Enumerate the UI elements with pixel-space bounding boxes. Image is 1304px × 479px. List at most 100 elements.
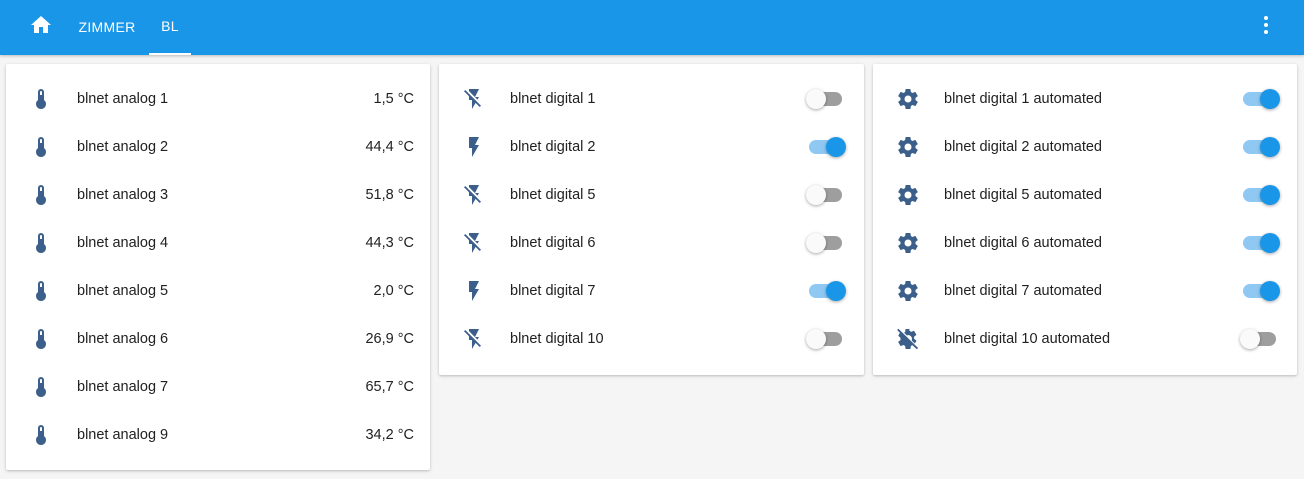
tab-zimmer[interactable]: ZIMMER xyxy=(72,0,142,55)
sensor-name: blnet analog 6 xyxy=(77,331,169,347)
toggle-thumb xyxy=(1260,233,1280,253)
thermometer-icon xyxy=(29,375,53,399)
toggle-switch[interactable] xyxy=(806,89,846,109)
toggle-thumb xyxy=(806,185,826,205)
toggle-thumb xyxy=(1260,137,1280,157)
sensor-name: blnet analog 9 xyxy=(77,427,169,443)
switch-row: blnet digital 7 xyxy=(439,267,864,315)
switch-name: blnet digital 1 automated xyxy=(944,91,1102,107)
gear-off-icon xyxy=(896,327,920,351)
toggle-thumb xyxy=(1260,185,1280,205)
switch-name: blnet digital 2 automated xyxy=(944,139,1102,155)
gear-icon xyxy=(896,279,920,303)
sensor-name: blnet analog 2 xyxy=(77,139,169,155)
sensor-name: blnet analog 7 xyxy=(77,379,169,395)
top-app-bar: ZIMMER BL xyxy=(0,0,1304,55)
sensor-row[interactable]: blnet analog 3 51,8 °C xyxy=(6,171,430,219)
toggle-switch[interactable] xyxy=(806,185,846,205)
flash-off-icon xyxy=(462,327,486,351)
sensor-name: blnet analog 1 xyxy=(77,91,169,107)
thermometer-icon xyxy=(29,87,53,111)
switch-name: blnet digital 7 xyxy=(510,283,596,299)
switch-row: blnet digital 2 xyxy=(439,123,864,171)
switch-row: blnet digital 10 automated xyxy=(873,315,1297,363)
switch-row: blnet digital 1 xyxy=(439,75,864,123)
sensor-row[interactable]: blnet analog 5 2,0 °C xyxy=(6,267,430,315)
thermometer-icon xyxy=(29,135,53,159)
toggle-thumb xyxy=(1240,329,1260,349)
sensor-row[interactable]: blnet analog 9 34,2 °C xyxy=(6,411,430,459)
tab-bl[interactable]: BL xyxy=(149,0,191,55)
digital-switches-card: blnet digital 1 blnet digital 2 blnet digi… xyxy=(439,64,864,375)
sensor-row[interactable]: blnet analog 4 44,3 °C xyxy=(6,219,430,267)
toggle-switch[interactable] xyxy=(1240,233,1280,253)
gear-icon xyxy=(896,231,920,255)
switch-name: blnet digital 6 xyxy=(510,235,596,251)
toggle-thumb xyxy=(1260,281,1280,301)
toggle-switch[interactable] xyxy=(806,233,846,253)
overflow-menu-button[interactable] xyxy=(1252,13,1280,41)
gear-icon xyxy=(896,87,920,111)
switch-name: blnet digital 5 xyxy=(510,187,596,203)
thermometer-icon xyxy=(29,327,53,351)
toggle-switch[interactable] xyxy=(806,329,846,349)
switch-name: blnet digital 2 xyxy=(510,139,596,155)
automated-switches-card: blnet digital 1 automated blnet digital 2… xyxy=(873,64,1297,375)
sensor-row[interactable]: blnet analog 7 65,7 °C xyxy=(6,363,430,411)
home-button[interactable] xyxy=(27,13,55,41)
sensor-row[interactable]: blnet analog 2 44,4 °C xyxy=(6,123,430,171)
flash-icon xyxy=(462,135,486,159)
sensor-value: 65,7 °C xyxy=(365,379,414,395)
sensor-value: 44,3 °C xyxy=(365,235,414,251)
toggle-thumb xyxy=(826,137,846,157)
toggle-switch[interactable] xyxy=(1240,89,1280,109)
switch-name: blnet digital 6 automated xyxy=(944,235,1102,251)
sensor-value: 26,9 °C xyxy=(365,331,414,347)
switch-name: blnet digital 10 automated xyxy=(944,331,1111,347)
toggle-switch[interactable] xyxy=(806,281,846,301)
switch-row: blnet digital 1 automated xyxy=(873,75,1297,123)
toggle-switch[interactable] xyxy=(1240,281,1280,301)
thermometer-icon xyxy=(29,231,53,255)
switch-row: blnet digital 6 automated xyxy=(873,219,1297,267)
toggle-switch[interactable] xyxy=(806,137,846,157)
sensor-row[interactable]: blnet analog 6 26,9 °C xyxy=(6,315,430,363)
flash-off-icon xyxy=(462,231,486,255)
thermometer-icon xyxy=(29,279,53,303)
toggle-thumb xyxy=(826,281,846,301)
sensor-row[interactable]: blnet analog 1 1,5 °C xyxy=(6,75,430,123)
thermometer-icon xyxy=(29,183,53,207)
switch-row: blnet digital 7 automated xyxy=(873,267,1297,315)
toggle-thumb xyxy=(806,329,826,349)
flash-off-icon xyxy=(462,183,486,207)
switch-row: blnet digital 6 xyxy=(439,219,864,267)
toggle-thumb xyxy=(806,233,826,253)
more-vertical-icon xyxy=(1254,13,1278,42)
sensor-name: blnet analog 4 xyxy=(77,235,169,251)
switch-name: blnet digital 5 automated xyxy=(944,187,1102,203)
flash-icon xyxy=(462,279,486,303)
toggle-switch[interactable] xyxy=(1240,185,1280,205)
switch-row: blnet digital 10 xyxy=(439,315,864,363)
gear-icon xyxy=(896,135,920,159)
sensor-value: 51,8 °C xyxy=(365,187,414,203)
sensor-name: blnet analog 3 xyxy=(77,187,169,203)
home-icon xyxy=(29,13,53,42)
toggle-thumb xyxy=(1260,89,1280,109)
flash-off-icon xyxy=(462,87,486,111)
switch-row: blnet digital 2 automated xyxy=(873,123,1297,171)
toggle-switch[interactable] xyxy=(1240,329,1280,349)
sensor-value: 34,2 °C xyxy=(365,427,414,443)
sensor-value: 44,4 °C xyxy=(365,139,414,155)
sensor-name: blnet analog 5 xyxy=(77,283,169,299)
toggle-thumb xyxy=(806,89,826,109)
sensor-value: 1,5 °C xyxy=(373,91,414,107)
switch-row: blnet digital 5 automated xyxy=(873,171,1297,219)
switch-name: blnet digital 7 automated xyxy=(944,283,1102,299)
thermometer-icon xyxy=(29,423,53,447)
analog-sensors-card: blnet analog 1 1,5 °C blnet analog 2 44,4 °… xyxy=(6,64,430,470)
switch-name: blnet digital 1 xyxy=(510,91,596,107)
gear-icon xyxy=(896,183,920,207)
toggle-switch[interactable] xyxy=(1240,137,1280,157)
switch-name: blnet digital 10 xyxy=(510,331,604,347)
